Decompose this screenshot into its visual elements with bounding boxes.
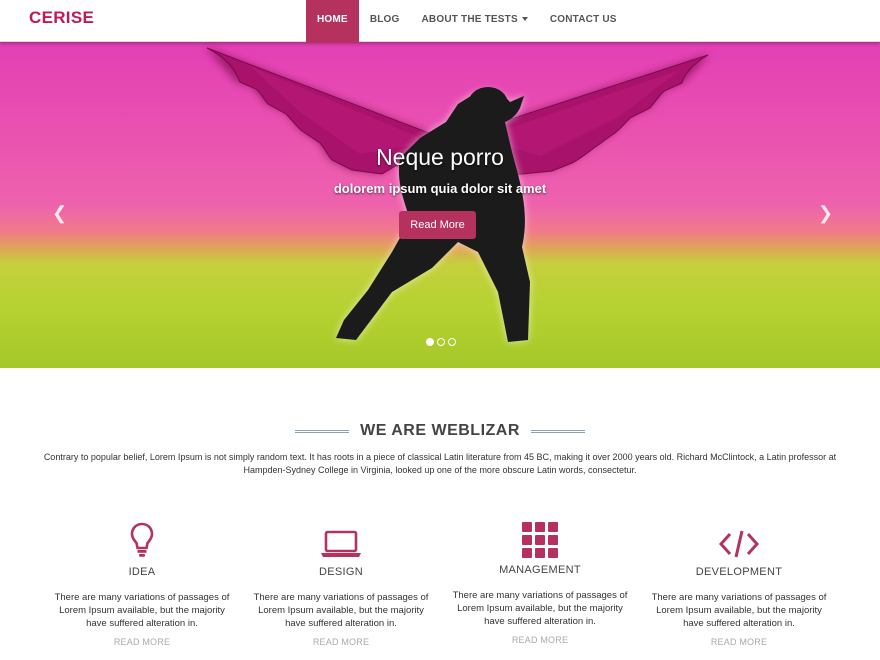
feature-idea: IDEA There are many variations of passag… bbox=[42, 518, 242, 647]
hero-subtitle: dolorem ipsum quia dolor sit amet bbox=[333, 181, 547, 196]
slide-indicator-3[interactable] bbox=[448, 338, 456, 346]
hero-slider: Neque porro dolorem ipsum quia dolor sit… bbox=[0, 42, 880, 368]
nav-home[interactable]: HOME bbox=[306, 0, 359, 43]
feature-title: MANAGEMENT bbox=[499, 564, 581, 576]
feature-management: MANAGEMENT There are many variations of … bbox=[440, 518, 640, 645]
nav-about-the-tests[interactable]: ABOUT THE TESTS bbox=[411, 0, 539, 43]
about-paragraph: Contrary to popular belief, Lorem Ipsum … bbox=[43, 452, 837, 475]
feature-read-more-link[interactable]: READ MORE bbox=[639, 637, 839, 647]
feature-title: IDEA bbox=[128, 566, 156, 578]
nav-contact-us[interactable]: CONTACT US bbox=[539, 0, 628, 43]
chevron-left-icon[interactable]: ❮ bbox=[52, 203, 67, 224]
feature-development: DEVELOPMENT There are many variations of… bbox=[639, 518, 839, 647]
feature-text: There are many variations of passages of… bbox=[253, 592, 429, 629]
heading-divider-right bbox=[531, 430, 585, 433]
feature-title: DESIGN bbox=[319, 566, 363, 578]
laptop-icon bbox=[321, 530, 361, 557]
feature-read-more-link[interactable]: READ MORE bbox=[440, 635, 640, 645]
hero-image bbox=[205, 47, 710, 342]
feature-read-more-link[interactable]: READ MORE bbox=[241, 637, 441, 647]
read-more-button[interactable]: Read More bbox=[399, 211, 476, 239]
section-title: WE ARE WEBLIZAR bbox=[360, 422, 520, 439]
nav-blog[interactable]: BLOG bbox=[359, 0, 411, 43]
caret-down-icon bbox=[521, 17, 528, 21]
nav-about-label: ABOUT THE TESTS bbox=[421, 14, 518, 25]
feature-text: There are many variations of passages of… bbox=[54, 592, 230, 629]
feature-read-more-link[interactable]: READ MORE bbox=[42, 637, 242, 647]
navbar: CERISE HOME BLOG ABOUT THE TESTS CONTACT… bbox=[0, 0, 880, 43]
feature-text: There are many variations of passages of… bbox=[651, 592, 827, 629]
code-icon bbox=[719, 530, 759, 558]
chevron-right-icon[interactable]: ❯ bbox=[818, 203, 833, 224]
hero-title: Neque porro bbox=[376, 144, 504, 170]
feature-text: There are many variations of passages of… bbox=[452, 590, 628, 627]
grid-icon bbox=[522, 522, 558, 558]
slider-indicators bbox=[426, 338, 456, 346]
site-logo[interactable]: CERISE bbox=[29, 8, 94, 28]
lightbulb-icon bbox=[130, 522, 154, 557]
feature-title: DEVELOPMENT bbox=[695, 566, 783, 578]
section-heading: WE ARE WEBLIZAR bbox=[0, 422, 880, 442]
slide-indicator-2[interactable] bbox=[437, 338, 445, 346]
main-nav: HOME BLOG ABOUT THE TESTS CONTACT US bbox=[306, 0, 628, 43]
slide-indicator-1[interactable] bbox=[426, 338, 434, 346]
feature-design: DESIGN There are many variations of pass… bbox=[241, 518, 441, 647]
